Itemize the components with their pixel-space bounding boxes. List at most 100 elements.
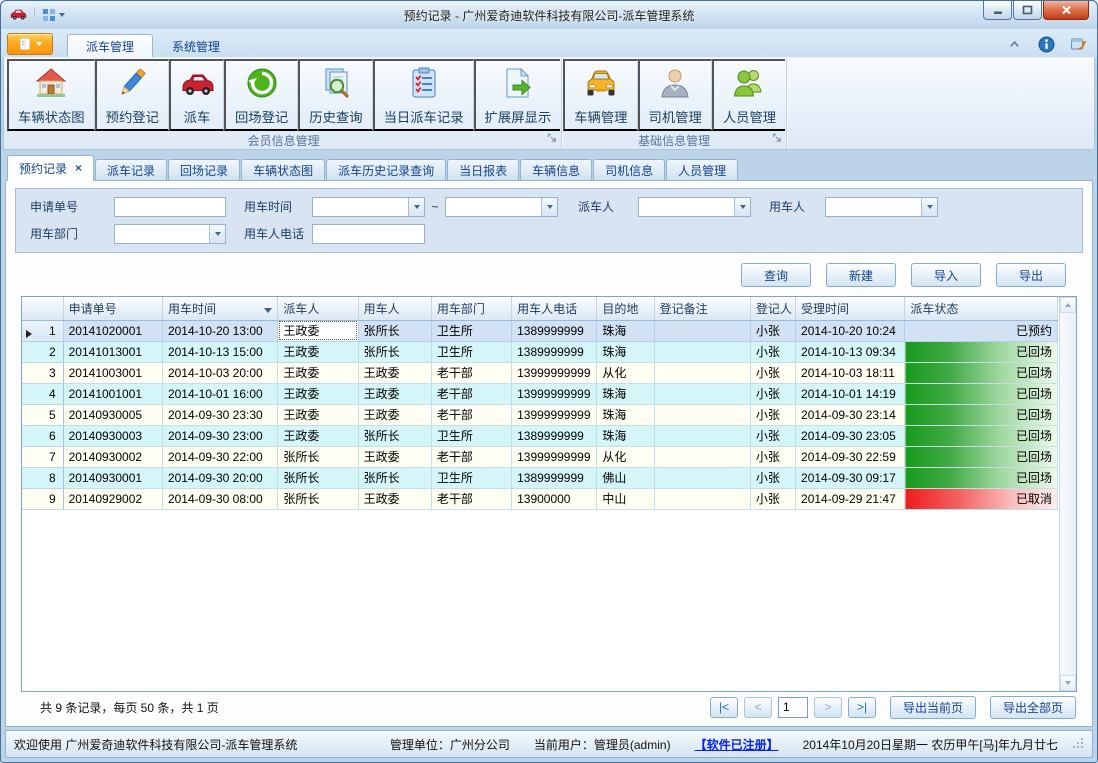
cell-dispatcher[interactable]: 王政委 <box>278 425 358 446</box>
chevron-down-icon[interactable] <box>209 225 225 243</box>
quick-access-layout-grid-button[interactable] <box>42 8 65 22</box>
cell-order_no[interactable]: 20141013001 <box>63 341 162 362</box>
row-indicator-cell[interactable]: 6 <box>22 425 63 446</box>
extend-screen-button[interactable]: 扩展屏显示 <box>474 59 561 131</box>
vehicle-status-button[interactable]: 车辆状态图 <box>7 59 95 131</box>
chevron-down-icon[interactable] <box>408 198 424 216</box>
cell-remark[interactable] <box>654 362 750 383</box>
cell-dept[interactable]: 卫生所 <box>431 467 511 488</box>
chevron-down-icon[interactable] <box>734 198 750 216</box>
ribbon-tab-1[interactable]: 系统管理 <box>153 34 239 57</box>
cell-registrar[interactable]: 小张 <box>750 446 795 467</box>
cell-accept_time[interactable]: 2014-09-30 23:05 <box>796 425 905 446</box>
dialog-launcher-icon[interactable] <box>772 132 782 146</box>
row-indicator-cell[interactable]: 2 <box>22 341 63 362</box>
cell-dispatcher[interactable]: 王政委 <box>278 383 358 404</box>
cell-accept_time[interactable]: 2014-09-30 23:14 <box>796 404 905 425</box>
doc-tab-8[interactable]: 人员管理 <box>666 159 738 181</box>
cell-user[interactable]: 张所长 <box>358 467 431 488</box>
cell-user[interactable]: 王政委 <box>358 488 431 509</box>
cell-accept_time[interactable]: 2014-10-20 10:24 <box>796 320 905 341</box>
cell-registrar[interactable]: 小张 <box>750 362 795 383</box>
info-button[interactable] <box>1037 35 1055 53</box>
cell-status[interactable]: 已预约 <box>905 320 1058 341</box>
cell-use_time[interactable]: 2014-09-30 08:00 <box>162 488 277 509</box>
row-indicator-cell[interactable]: 5 <box>22 404 63 425</box>
cell-status[interactable]: 已回场 <box>905 467 1058 488</box>
doc-tab-3[interactable]: 车辆状态图 <box>241 159 325 181</box>
history-search-button[interactable]: 历史查询 <box>298 59 372 131</box>
cell-dept[interactable]: 老干部 <box>431 404 511 425</box>
cell-dispatcher[interactable]: 张所长 <box>278 467 358 488</box>
dispatch-car-button[interactable]: 派车 <box>169 59 224 131</box>
close-tab-icon[interactable]: × <box>75 163 82 173</box>
cell-use_time[interactable]: 2014-10-13 15:00 <box>162 341 277 362</box>
scroll-down-icon[interactable] <box>1060 675 1076 691</box>
column-header-5[interactable]: 用车人电话 <box>512 297 597 320</box>
cell-dispatcher[interactable]: 王政委 <box>278 404 358 425</box>
column-header-6[interactable]: 目的地 <box>597 297 654 320</box>
doc-tab-4[interactable]: 派车历史记录查询 <box>326 159 446 181</box>
cell-user[interactable]: 张所长 <box>358 425 431 446</box>
table-row[interactable]: 8201409300012014-09-30 20:00张所长张所长卫生所138… <box>22 467 1058 488</box>
cell-remark[interactable] <box>654 488 750 509</box>
cell-order_no[interactable]: 20141003001 <box>63 362 162 383</box>
cell-accept_time[interactable]: 2014-10-03 18:11 <box>796 362 905 383</box>
table-row[interactable]: 4201410010012014-10-01 16:00王政委王政委老干部139… <box>22 383 1058 404</box>
cell-phone[interactable]: 13999999999 <box>512 404 597 425</box>
table-row[interactable]: 9201409290022014-09-30 08:00张所长王政委老干部139… <box>22 488 1058 509</box>
cell-user[interactable]: 张所长 <box>358 320 431 341</box>
create-button[interactable]: 新建 <box>826 263 896 287</box>
table-row[interactable]: 3201410030012014-10-03 20:00王政委王政委老干部139… <box>22 362 1058 383</box>
cell-status[interactable]: 已回场 <box>905 383 1058 404</box>
license-registered-link[interactable]: 【软件已注册】 <box>695 736 779 753</box>
user-combo[interactable] <box>825 197 938 217</box>
cell-phone[interactable]: 1389999999 <box>512 467 597 488</box>
cell-order_no[interactable]: 20140929002 <box>63 488 162 509</box>
column-header-10[interactable]: 派车状态 <box>905 297 1058 320</box>
cell-dept[interactable]: 卫生所 <box>431 341 511 362</box>
dialog-launcher-icon[interactable] <box>547 132 557 146</box>
cell-remark[interactable] <box>654 446 750 467</box>
use-time-to-combo[interactable] <box>445 197 558 217</box>
table-row[interactable]: 6201409300032014-09-30 23:00王政委张所长卫生所138… <box>22 425 1058 446</box>
doc-tab-6[interactable]: 车辆信息 <box>520 159 592 181</box>
title-bar[interactable]: 预约记录 - 广州爱奇迪软件科技有限公司-派车管理系统 <box>1 1 1097 29</box>
cell-order_no[interactable]: 20140930005 <box>63 404 162 425</box>
cell-status[interactable]: 已回场 <box>905 341 1058 362</box>
prev-page-button[interactable]: < <box>744 697 772 718</box>
doc-tab-7[interactable]: 司机信息 <box>593 159 665 181</box>
cell-accept_time[interactable]: 2014-09-30 09:17 <box>796 467 905 488</box>
column-header-3[interactable]: 用车人 <box>358 297 431 320</box>
export-all-pages-button[interactable]: 导出全部页 <box>990 696 1076 719</box>
resize-grip-icon[interactable] <box>1072 737 1084 752</box>
cell-dept[interactable]: 老干部 <box>431 446 511 467</box>
table-row[interactable]: 5201409300052014-09-30 23:30王政委王政委老干部139… <box>22 404 1058 425</box>
cell-dept[interactable]: 卫生所 <box>431 425 511 446</box>
cell-phone[interactable]: 13999999999 <box>512 446 597 467</box>
cell-order_no[interactable]: 20140930002 <box>63 446 162 467</box>
cell-remark[interactable] <box>654 404 750 425</box>
minimize-button[interactable] <box>983 1 1012 20</box>
ribbon-tab-0[interactable]: 派车管理 <box>67 34 153 57</box>
sort-desc-icon[interactable] <box>264 308 272 313</box>
cell-dept[interactable]: 老干部 <box>431 488 511 509</box>
cell-dest[interactable]: 从化 <box>597 446 654 467</box>
cell-dest[interactable]: 珠海 <box>597 383 654 404</box>
close-button[interactable] <box>1043 1 1089 20</box>
cell-remark[interactable] <box>654 425 750 446</box>
cell-use_time[interactable]: 2014-09-30 23:30 <box>162 404 277 425</box>
cell-dest[interactable]: 珠海 <box>597 341 654 362</box>
column-header-1[interactable]: 用车时间 <box>162 297 277 320</box>
people-manage-button[interactable]: 人员管理 <box>712 59 785 131</box>
cell-remark[interactable] <box>654 383 750 404</box>
column-header-9[interactable]: 受理时间 <box>796 297 905 320</box>
cell-accept_time[interactable]: 2014-09-29 21:47 <box>796 488 905 509</box>
cell-dept[interactable]: 老干部 <box>431 383 511 404</box>
dept-combo[interactable] <box>114 224 226 244</box>
vehicle-manage-button[interactable]: 车辆管理 <box>563 59 637 131</box>
cell-phone[interactable]: 13999999999 <box>512 383 597 404</box>
cell-accept_time[interactable]: 2014-10-01 14:19 <box>796 383 905 404</box>
export-current-page-button[interactable]: 导出当前页 <box>890 696 976 719</box>
return-register-button[interactable]: 回场登记 <box>224 59 298 131</box>
